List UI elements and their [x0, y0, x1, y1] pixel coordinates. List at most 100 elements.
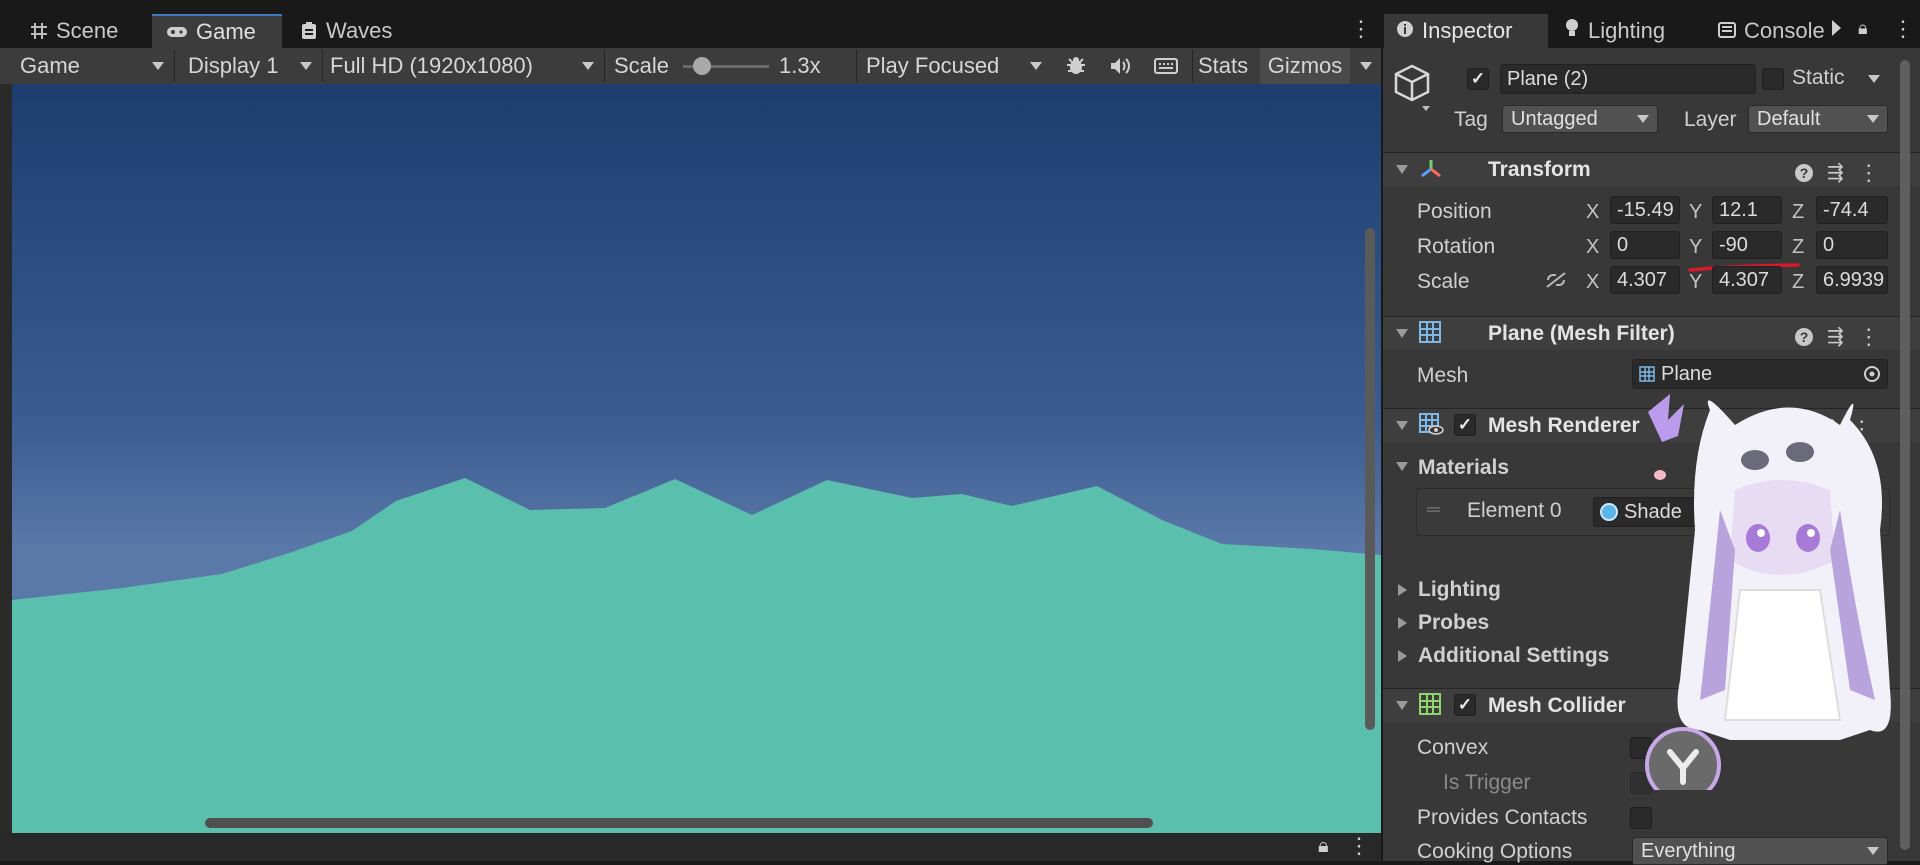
preset-sliders-icon[interactable]: ⇶: [1827, 324, 1844, 349]
mesh-object-field[interactable]: Plane: [1632, 359, 1888, 389]
probes-foldout[interactable]: Probes: [1418, 611, 1489, 635]
scale-z-field[interactable]: 6.9939: [1816, 266, 1888, 294]
cooking-options-label: Cooking Options: [1417, 840, 1573, 863]
bug-icon[interactable]: [1058, 48, 1094, 84]
mesh-collider-title: Mesh Collider: [1488, 694, 1626, 717]
help-icon[interactable]: ?: [1795, 327, 1813, 346]
foldout-caret-icon[interactable]: [1398, 584, 1407, 596]
transform-title: Transform: [1488, 158, 1591, 181]
console-icon: [1718, 18, 1736, 44]
drag-handle-icon[interactable]: ═: [1427, 499, 1440, 520]
layer-value: Default: [1757, 107, 1821, 130]
active-checkbox[interactable]: [1467, 68, 1489, 90]
additional-settings-foldout[interactable]: Additional Settings: [1418, 644, 1609, 668]
position-x-value: -15.49: [1617, 198, 1674, 221]
rotation-x-field[interactable]: 0: [1610, 231, 1680, 259]
gizmos-button[interactable]: Gizmos: [1260, 48, 1350, 84]
tag-value: Untagged: [1511, 107, 1598, 130]
stats-label: Stats: [1198, 53, 1249, 78]
lighting-foldout[interactable]: Lighting: [1418, 578, 1501, 602]
foldout-caret-icon[interactable]: [1398, 650, 1407, 662]
static-checkbox[interactable]: [1762, 68, 1784, 90]
layer-dropdown[interactable]: Default: [1748, 105, 1888, 133]
tab-scene[interactable]: Scene: [16, 14, 156, 48]
collapse-caret-icon[interactable]: [1396, 421, 1408, 430]
scale-value: 1.3x: [779, 53, 821, 78]
scene-panel-menu-icon[interactable]: ⋮: [1350, 16, 1372, 42]
rotation-z-field[interactable]: 0: [1816, 231, 1888, 259]
lock-icon[interactable]: 🔒︎: [1318, 835, 1329, 858]
scale-axis-y: Y: [1689, 271, 1703, 293]
lock-icon[interactable]: 🔒︎: [1858, 18, 1868, 39]
tab-inspector[interactable]: Inspector: [1384, 14, 1548, 48]
tab-lighting[interactable]: Lighting: [1552, 14, 1702, 48]
scale-y-field[interactable]: 4.307: [1712, 266, 1782, 294]
chevron-down-icon: [1030, 62, 1042, 70]
tab-console-label: Console: [1744, 18, 1825, 43]
gameobject-cube-icon[interactable]: [1392, 62, 1436, 117]
tag-dropdown[interactable]: Untagged: [1502, 105, 1658, 133]
position-x-field[interactable]: -15.49: [1610, 196, 1680, 224]
materials-foldout-icon[interactable]: [1396, 462, 1408, 471]
keyboard-shortcut-icon[interactable]: [1148, 48, 1184, 84]
scale-row-label: Scale: [1417, 270, 1470, 293]
tab-lighting-label: Lighting: [1588, 18, 1666, 43]
collapse-caret-icon[interactable]: [1396, 165, 1408, 174]
stats-button[interactable]: Stats: [1198, 48, 1258, 84]
transform-axes-icon: [1418, 158, 1444, 185]
component-menu-icon[interactable]: ⋮: [1858, 325, 1880, 348]
game-viewport[interactable]: [12, 84, 1381, 833]
viewport-vertical-scrollbar[interactable]: [1365, 228, 1375, 730]
collapse-caret-icon[interactable]: [1396, 329, 1408, 338]
waves-script-icon: [300, 21, 318, 41]
position-axis-x: X: [1586, 201, 1600, 223]
mesh-renderer-enabled-checkbox[interactable]: [1454, 414, 1476, 436]
inspector-menu-icon[interactable]: ⋮: [1892, 16, 1914, 42]
viewport-horizontal-scrollbar[interactable]: [205, 818, 1153, 828]
display-value: Display 1: [188, 53, 279, 78]
game-view-dropdown[interactable]: Game: [12, 48, 172, 84]
toolbar-divider: [174, 50, 175, 82]
position-y-field[interactable]: 12.1: [1712, 196, 1782, 224]
mesh-collider-enabled-checkbox[interactable]: [1454, 694, 1476, 716]
static-dropdown-caret[interactable]: [1868, 75, 1880, 83]
rotation-label: Rotation: [1417, 235, 1496, 258]
tab-waves-label: Waves: [326, 18, 393, 43]
tab-overflow-icon[interactable]: [1832, 20, 1841, 36]
tab-waves[interactable]: Waves: [286, 14, 416, 48]
scale-axis-z: Z: [1792, 271, 1805, 293]
left-gutter: [0, 84, 12, 861]
display-dropdown[interactable]: Display 1: [176, 48, 320, 84]
rotation-y-field[interactable]: -90: [1712, 231, 1782, 259]
game-render: [12, 84, 1381, 833]
foldout-caret-icon[interactable]: [1398, 617, 1407, 629]
object-name-field[interactable]: Plane (2): [1500, 64, 1756, 94]
scale-x-field[interactable]: 4.307: [1610, 266, 1680, 294]
mesh-grid-icon: [1418, 320, 1442, 349]
component-menu-icon[interactable]: ⋮: [1858, 161, 1880, 184]
constrain-proportions-icon[interactable]: [1544, 270, 1568, 295]
game-view-value: Game: [20, 53, 80, 78]
tab-game-label: Game: [196, 19, 256, 44]
materials-label[interactable]: Materials: [1418, 456, 1509, 480]
chevron-down-icon: [1360, 62, 1372, 70]
audio-mute-icon[interactable]: [1102, 48, 1138, 84]
gizmos-dropdown[interactable]: [1352, 48, 1380, 84]
help-icon[interactable]: ?: [1795, 163, 1813, 182]
provides-contacts-checkbox[interactable]: [1630, 807, 1652, 829]
mesh-grid-icon: [1639, 366, 1655, 382]
preset-sliders-icon[interactable]: ⇶: [1827, 160, 1844, 185]
object-picker-icon[interactable]: [1863, 365, 1881, 383]
resolution-dropdown[interactable]: Full HD (1920x1080): [324, 48, 602, 84]
scale-y-value: 4.307: [1719, 268, 1770, 291]
position-z-field[interactable]: -74.4: [1816, 196, 1888, 224]
tab-game[interactable]: Game: [152, 14, 282, 48]
tab-console[interactable]: Console: [1706, 14, 1838, 48]
gamepad-icon: [166, 24, 188, 40]
status-menu-icon[interactable]: ⋮: [1348, 833, 1370, 859]
play-mode-dropdown[interactable]: Play Focused: [858, 48, 1050, 84]
mesh-filter-title: Plane (Mesh Filter): [1488, 322, 1675, 345]
collapse-caret-icon[interactable]: [1396, 701, 1408, 710]
scale-slider-thumb[interactable]: [693, 57, 712, 75]
scale-slider[interactable]: [683, 56, 770, 76]
